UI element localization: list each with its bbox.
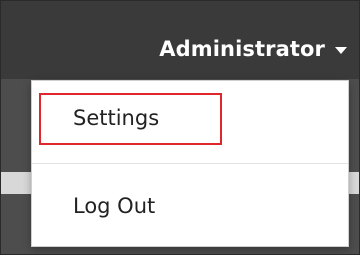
menu-divider <box>32 163 348 164</box>
account-dropdown-menu: Settings Log Out <box>31 80 349 247</box>
account-menu-toggle[interactable]: Administrator <box>159 37 347 61</box>
menu-item-logout[interactable]: Log Out <box>32 189 348 223</box>
menu-item-logout-label: Log Out <box>73 194 156 218</box>
top-navigation-bar: Administrator <box>1 1 359 79</box>
chevron-down-icon <box>335 47 347 54</box>
menu-item-settings-label: Settings <box>73 106 160 130</box>
screenshot-frame: Administrator Settings Log Out <box>0 0 360 255</box>
menu-item-settings[interactable]: Settings <box>32 93 348 145</box>
account-name-label: Administrator <box>159 37 325 61</box>
